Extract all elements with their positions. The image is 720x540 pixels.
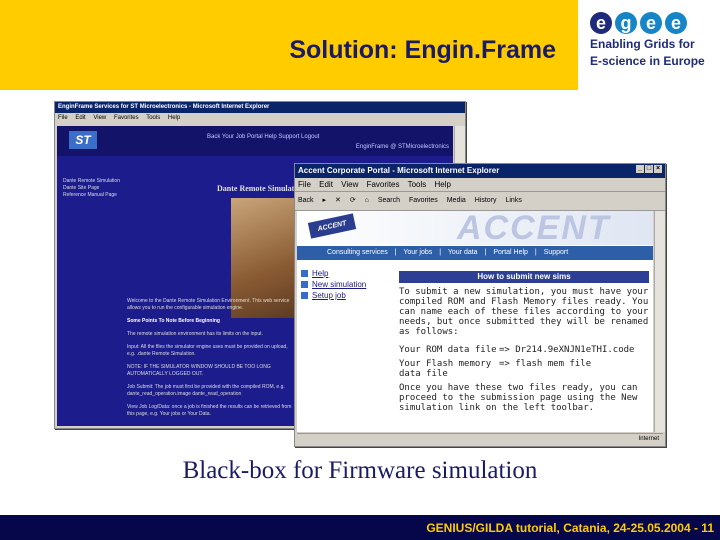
body-paragraph: Input: All the files the simulator engin… [127, 344, 288, 357]
nav-item-label: Help [312, 269, 329, 278]
slide-footer: GENIUS/GILDA tutorial, Catania, 24-25.05… [0, 515, 720, 540]
menu-view[interactable]: View [341, 180, 358, 189]
st-company: EnginFrame @ STMicroelectronics [355, 144, 449, 150]
menu-file[interactable]: File [298, 180, 311, 189]
slide-header: Solution: Engin.Frame e g e e Enabling G… [0, 0, 720, 90]
browser-toolbar: Back ▸ ✕ ⟳ ⌂ Search Favorites Media Hist… [295, 192, 665, 211]
logo-tagline-2: E-science in Europe [590, 54, 705, 68]
logo-letter: e [665, 12, 687, 34]
links-button[interactable]: Links [505, 197, 521, 204]
st-top-band: ST Back Your Job Portal Help Support Log… [57, 126, 453, 156]
nav-item-label: Setup job [312, 291, 346, 300]
nav-item-help[interactable]: Help [301, 268, 391, 279]
nav-item-new-simulation[interactable]: New simulation [301, 279, 391, 290]
menu-tools[interactable]: Tools [146, 115, 160, 121]
howto-text: To submit a new simulation, you must hav… [399, 287, 649, 421]
menu-edit[interactable]: Edit [75, 115, 85, 121]
nav-item-label: New simulation [312, 280, 367, 289]
egee-logo-word: e g e e [590, 12, 710, 34]
new-simulation-icon [301, 281, 308, 288]
body-paragraph: View Job Log/Data: once a job is finishe… [127, 404, 292, 417]
accent-browser-window: Accent Corporate Portal - Microsoft Inte… [294, 163, 666, 447]
flash-file-row: Your Flash memory data file => flash mem… [399, 359, 649, 379]
st-logo: ST [69, 131, 97, 149]
st-body-text: Welcome to the Dante Remote Simulation E… [127, 298, 297, 424]
body-paragraph: Job Submit: The job must first be provid… [127, 384, 285, 397]
status-bar: Internet [297, 433, 663, 445]
menu-favorites[interactable]: Favorites [367, 180, 400, 189]
maximize-button[interactable]: □ [645, 165, 653, 173]
media-button[interactable]: Media [447, 197, 466, 204]
minimize-button[interactable]: _ [636, 165, 644, 173]
stop-icon[interactable]: ✕ [335, 197, 341, 204]
st-side-links: Dante Remote Simulation Dante Site Page … [63, 178, 120, 199]
window-title: EnginFrame Services for ST Microelectron… [55, 102, 465, 113]
logo-letter: e [640, 12, 662, 34]
slide-caption: Black-box for Firmware simulation [182, 457, 538, 484]
close-button[interactable]: × [654, 165, 662, 173]
st-page-title: Dante Remote Simulation [217, 184, 305, 193]
intro-text: Welcome to the Dante Remote Simulation E… [127, 298, 290, 311]
status-zone: Internet [638, 436, 659, 442]
accent-logo: ACCENT [307, 213, 357, 239]
section-heading: Some Points To Note Before Beginning [127, 318, 220, 324]
menu-help[interactable]: Help [168, 115, 180, 121]
nav-your-data[interactable]: Your data [448, 249, 478, 256]
nav-consulting[interactable]: Consulting services [327, 249, 388, 256]
rom-file-row: Your ROM data file => Dr214.9eXNJN1eTHI.… [399, 345, 649, 355]
side-link[interactable]: Reference Manual Page [63, 192, 120, 199]
favorites-button[interactable]: Favorites [409, 197, 438, 204]
history-button[interactable]: History [475, 197, 497, 204]
window-title: Accent Corporate Portal - Microsoft Inte… [295, 164, 665, 178]
logo-letter: e [590, 12, 612, 34]
body-paragraph: The remote simulation environment has it… [127, 331, 263, 337]
howto-header: How to submit new sims [399, 271, 649, 283]
back-button[interactable]: Back [298, 197, 314, 204]
menu-bar: File Edit View Favorites Tools Help [295, 178, 665, 192]
refresh-icon[interactable]: ⟳ [350, 197, 356, 204]
menu-tools[interactable]: Tools [408, 180, 427, 189]
accent-page: ACCENT ACCENT Consulting services | Your… [297, 211, 653, 432]
logo-tagline-1: Enabling Grids for [590, 37, 695, 51]
flash-file-value: => flash mem file [499, 359, 592, 369]
rom-file-label: Your ROM data file [399, 345, 497, 355]
setup-icon [301, 292, 308, 299]
side-link[interactable]: Dante Remote Simulation [63, 178, 120, 185]
menu-favorites[interactable]: Favorites [114, 115, 139, 121]
nav-portal-help[interactable]: Portal Help [493, 249, 528, 256]
side-link[interactable]: Dante Site Page [63, 185, 120, 192]
instructions-paragraph-2: Once you have these two files ready, you… [399, 383, 638, 413]
nav-your-jobs[interactable]: Your jobs [403, 249, 432, 256]
title-band: Solution: Engin.Frame [0, 0, 578, 90]
portal-navbar: Consulting services | Your jobs | Your d… [297, 246, 653, 260]
nav-item-setup-job[interactable]: Setup job [301, 290, 391, 301]
left-nav: Help New simulation Setup job [301, 268, 391, 301]
nav-support[interactable]: Support [544, 249, 569, 256]
help-icon [301, 270, 308, 277]
menu-edit[interactable]: Edit [319, 180, 333, 189]
flash-file-label: Your Flash memory data file [399, 359, 492, 379]
logo-letter: g [615, 12, 637, 34]
menu-bar: File Edit View Favorites Tools Help [55, 113, 465, 123]
accent-banner: ACCENT ACCENT [297, 211, 653, 247]
footer-text: GENIUS/GILDA tutorial, Catania, 24-25.05… [426, 521, 714, 535]
menu-file[interactable]: File [58, 115, 68, 121]
st-top-links[interactable]: Back Your Job Portal Help Support Logout [207, 134, 319, 140]
window-controls: _ □ × [636, 165, 662, 173]
home-icon[interactable]: ⌂ [365, 197, 369, 204]
menu-help[interactable]: Help [435, 180, 451, 189]
forward-icon[interactable]: ▸ [323, 197, 327, 204]
slide-title: Solution: Engin.Frame [289, 36, 556, 64]
body-paragraph: NOTE: IF THE SIMULATOR WINDOW SHOULD BE … [127, 364, 271, 377]
vertical-scrollbar[interactable] [654, 211, 665, 432]
instructions-paragraph: To submit a new simulation, you must hav… [399, 287, 649, 337]
accent-watermark: ACCENT [457, 211, 611, 247]
egee-logo: e g e e Enabling Grids for E-science in … [590, 12, 710, 82]
menu-view[interactable]: View [93, 115, 106, 121]
search-button[interactable]: Search [378, 197, 400, 204]
rom-file-value: => Dr214.9eXNJN1eTHI.code [499, 345, 635, 355]
